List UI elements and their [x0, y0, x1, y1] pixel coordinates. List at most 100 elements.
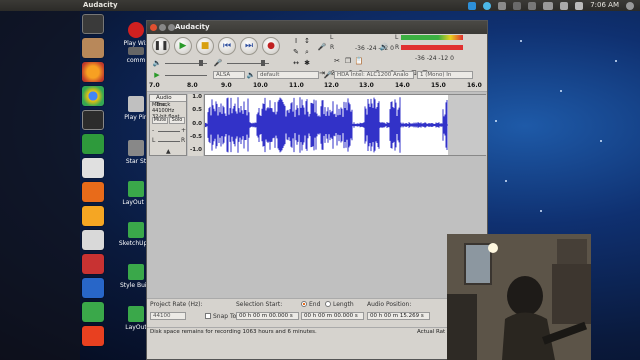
host-select[interactable]: ALSA — [213, 71, 245, 79]
stop-button[interactable]: ■ — [196, 37, 214, 55]
ruler-tick: 10.0 — [253, 82, 268, 89]
app-icon — [128, 47, 144, 55]
draw-tool-icon[interactable]: ✎ — [291, 47, 301, 57]
terminal-icon[interactable] — [82, 110, 104, 130]
chrome-icon[interactable] — [82, 86, 104, 106]
cut-icon[interactable]: ✂ — [332, 56, 342, 66]
skype-icon[interactable] — [483, 1, 492, 10]
microphone-icon[interactable]: 🎤 — [317, 42, 327, 52]
selection-tool-icon[interactable]: I — [291, 36, 301, 46]
ruler-tick: 11.0 — [289, 82, 304, 89]
dropbox-icon[interactable] — [468, 1, 477, 10]
play-speed-slider[interactable] — [165, 75, 207, 76]
audacity-window: Audacity ❚❚ ▶ ■ ⏮ ⏭ ● I ↕ ✎ ⌕ ↔ ✱ L 🎤 R … — [146, 20, 488, 360]
zoom-tool-icon[interactable]: ⌕ — [302, 47, 312, 57]
end-radio[interactable] — [301, 301, 307, 307]
webcam-overlay — [447, 234, 591, 360]
output-volume-knob[interactable] — [199, 60, 203, 66]
length-radio[interactable] — [325, 301, 331, 307]
multi-tool-icon[interactable]: ✱ — [302, 58, 312, 68]
channels-select[interactable]: 1 (Mono) In — [417, 71, 473, 79]
software-center-icon[interactable] — [82, 230, 104, 250]
play-button[interactable]: ▶ — [174, 37, 192, 55]
scale-label: 0.5 — [192, 107, 202, 113]
play-meter-bar — [401, 35, 463, 40]
play-meter-scale: -36 -24 -12 0 — [415, 55, 454, 62]
firefox-icon[interactable] — [82, 62, 104, 82]
project-rate-select[interactable]: 44100 — [150, 312, 186, 320]
bluetooth-icon[interactable] — [513, 1, 522, 10]
active-app-title: Audacity — [83, 1, 118, 9]
star-icon — [128, 140, 144, 156]
scale-label: 1.0 — [192, 94, 202, 100]
document-icon[interactable] — [82, 182, 104, 202]
ruler-tick: 12.0 — [324, 82, 339, 89]
track-vertical-scale[interactable]: 1.0 0.5 0.0 -0.5 -1.0 — [188, 94, 203, 156]
maximize-icon[interactable] — [168, 24, 175, 31]
input-device-select[interactable]: HDA Intel: ALC1200 Analo — [334, 71, 414, 79]
files-icon[interactable] — [82, 38, 104, 58]
amazon-icon[interactable] — [82, 206, 104, 226]
webcam-scene — [447, 234, 591, 360]
pause-button[interactable]: ❚❚ — [152, 37, 170, 55]
audacity-launcher-icon[interactable] — [82, 326, 104, 346]
input-volume-knob[interactable] — [261, 60, 265, 66]
output-device-select[interactable]: default — [257, 71, 319, 79]
track-name-menu[interactable]: Audio Track — [150, 95, 186, 108]
network-icon[interactable] — [498, 1, 507, 10]
power-gear-icon[interactable] — [626, 1, 634, 10]
length-label: Length — [333, 301, 354, 308]
dash-home-icon[interactable] — [82, 14, 104, 34]
volume-icon[interactable] — [575, 1, 584, 10]
wifi-icon[interactable] — [560, 1, 569, 10]
style-builder-icon[interactable] — [82, 302, 104, 322]
launcher-shadow — [0, 11, 80, 360]
collapse-icon[interactable]: ▲ — [166, 148, 171, 155]
ruler-tick: 8.0 — [187, 82, 198, 89]
waveform-display[interactable] — [204, 94, 487, 156]
selection-end-field[interactable]: 00 h 00 m 00.000 s — [301, 312, 364, 320]
envelope-tool-icon[interactable]: ↕ — [302, 36, 312, 46]
output-volume-icon: 🔈 — [152, 59, 162, 67]
gain-plus: + — [181, 127, 187, 134]
mic-small-icon: 🎤 — [323, 71, 333, 79]
play-at-speed-icon[interactable]: ▶ — [152, 70, 162, 80]
toolbar-area: ❚❚ ▶ ■ ⏮ ⏭ ● I ↕ ✎ ⌕ ↔ ✱ L 🎤 R -36 -24 -… — [147, 34, 487, 82]
indicator-area: 7:06 AM — [468, 0, 634, 11]
record-meter-l: L — [330, 34, 334, 41]
skip-end-button[interactable]: ⏭ — [240, 37, 258, 55]
spreadsheet-icon[interactable] — [82, 134, 104, 154]
selection-start-label: Selection Start: — [236, 301, 283, 308]
keyboard-icon[interactable] — [543, 1, 554, 10]
pan-slider[interactable] — [158, 141, 180, 142]
speaker-icon[interactable]: 🔊 — [379, 42, 389, 52]
ruler-tick: 7.0 — [149, 82, 160, 89]
minimize-icon[interactable] — [159, 24, 166, 31]
sketchup-icon[interactable] — [82, 254, 104, 274]
scale-label: -0.5 — [189, 134, 202, 140]
skip-start-button[interactable]: ⏮ — [218, 37, 236, 55]
mute-button[interactable]: Mute — [152, 117, 168, 124]
waveform-empty-region — [448, 95, 487, 155]
window-titlebar[interactable]: Audacity — [147, 21, 487, 34]
copy-icon[interactable]: ❐ — [343, 56, 353, 66]
top-panel: Audacity 7:06 AM — [0, 0, 640, 11]
solo-button[interactable]: Solo — [169, 117, 185, 124]
timeshift-tool-icon[interactable]: ↔ — [291, 58, 301, 68]
input-volume-icon: 🎤 — [213, 59, 223, 67]
end-label: End — [309, 301, 321, 308]
mail-icon[interactable] — [528, 1, 537, 10]
selection-toolbar: Project Rate (Hz): 44100 Snap To Selecti… — [147, 298, 487, 327]
clock[interactable]: 7:06 AM — [590, 0, 619, 11]
audio-position-field[interactable]: 00 h 00 m 15.269 s — [367, 312, 430, 320]
gain-slider[interactable] — [158, 131, 180, 132]
timeline-ruler[interactable]: 7.0 8.0 9.0 10.0 11.0 12.0 13.0 14.0 15.… — [147, 82, 487, 92]
snap-to-checkbox[interactable] — [205, 313, 211, 319]
layout-app-icon[interactable] — [82, 278, 104, 298]
actual-rate-label: Actual Rat — [417, 329, 446, 335]
paste-icon[interactable]: 📋 — [354, 56, 364, 66]
close-icon[interactable] — [150, 24, 157, 31]
libreoffice-icon[interactable] — [82, 158, 104, 178]
record-button[interactable]: ● — [262, 37, 280, 55]
selection-start-field[interactable]: 00 h 00 m 00.000 s — [236, 312, 299, 320]
